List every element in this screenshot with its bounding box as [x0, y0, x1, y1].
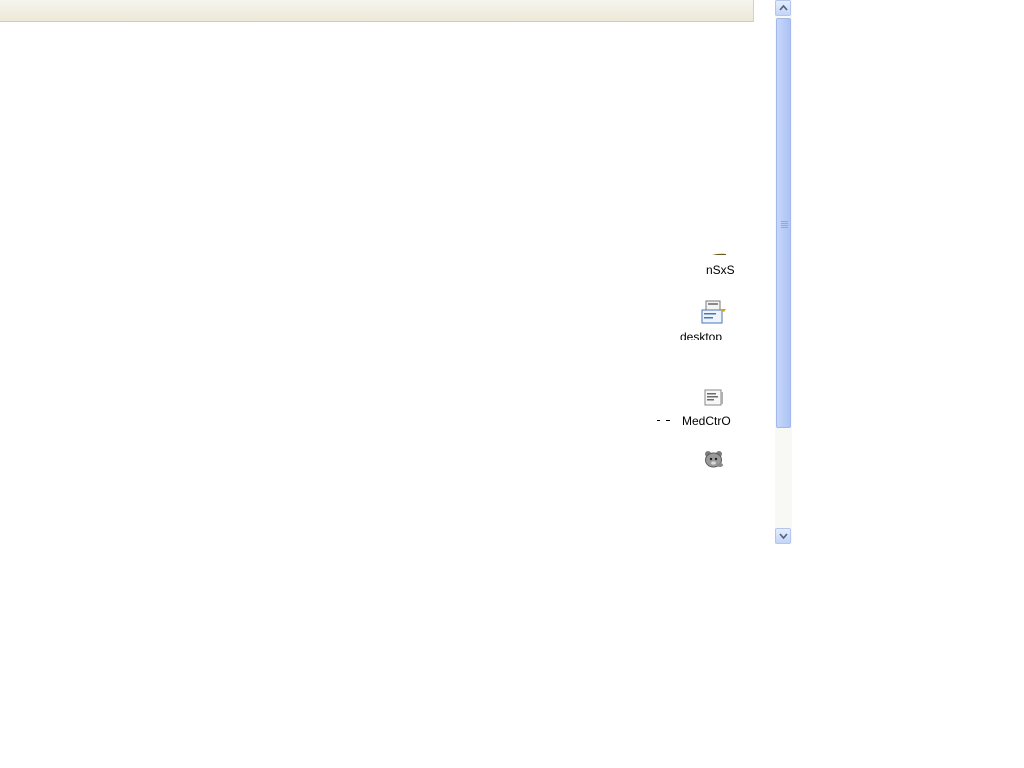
- grip-icon: [781, 221, 788, 229]
- scroll-down-button[interactable]: [775, 528, 791, 544]
- label-fragment: [666, 420, 670, 421]
- file-label: nSxS: [706, 263, 735, 277]
- scroll-thumb[interactable]: [776, 18, 791, 428]
- file-label: MedCtrO: [682, 414, 731, 428]
- label-fragment: [657, 420, 660, 421]
- chevron-down-icon: [779, 533, 788, 540]
- file-list: nSxS desktop MedCtrO: [0, 22, 775, 544]
- folder-icon: [704, 247, 730, 255]
- file-item-nsxs[interactable]: nSxS: [680, 247, 750, 281]
- toolbar-edge: [753, 0, 776, 22]
- file-label: desktop: [680, 330, 723, 340]
- toolbar-strip: [0, 0, 754, 22]
- text-file-icon: [702, 388, 728, 414]
- vertical-scrollbar[interactable]: [775, 0, 792, 544]
- file-item-desktop[interactable]: desktop: [670, 300, 750, 342]
- chevron-up-icon: [779, 4, 788, 11]
- file-item-bear[interactable]: [700, 449, 730, 473]
- scroll-up-button[interactable]: [775, 0, 791, 16]
- ini-file-icon: [700, 300, 726, 326]
- explorer-window: nSxS desktop MedCtrO: [0, 0, 792, 544]
- bear-icon: [702, 449, 728, 475]
- file-item-medctro[interactable]: MedCtrO: [650, 388, 750, 432]
